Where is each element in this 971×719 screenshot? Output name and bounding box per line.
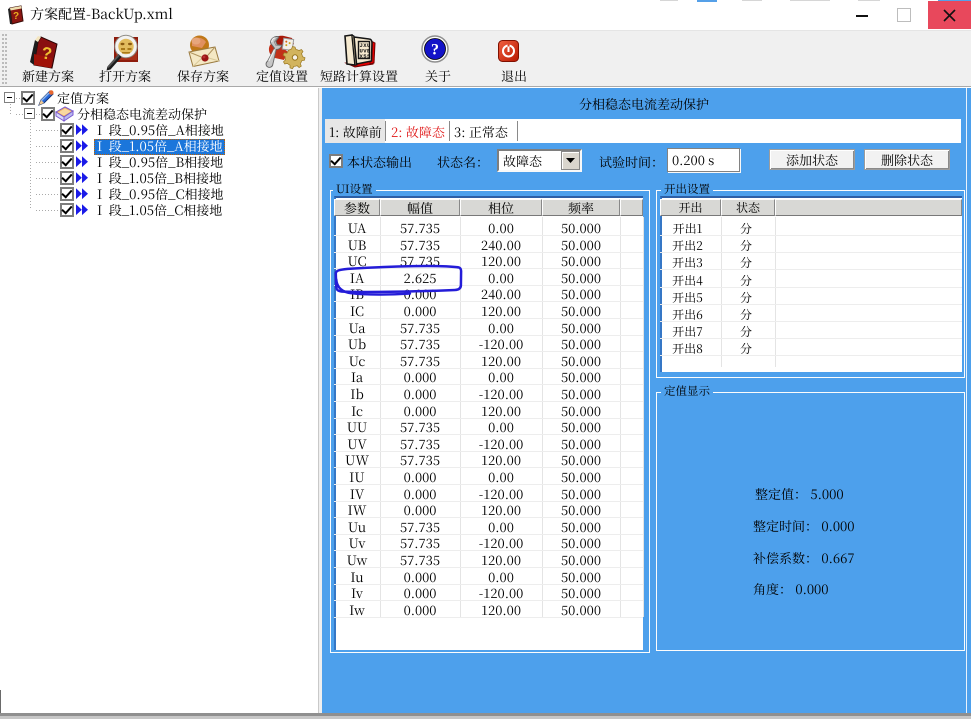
svg-text:X55: X55 <box>360 53 372 60</box>
svg-text:?: ? <box>431 42 439 59</box>
svg-text:?: ? <box>13 7 19 22</box>
